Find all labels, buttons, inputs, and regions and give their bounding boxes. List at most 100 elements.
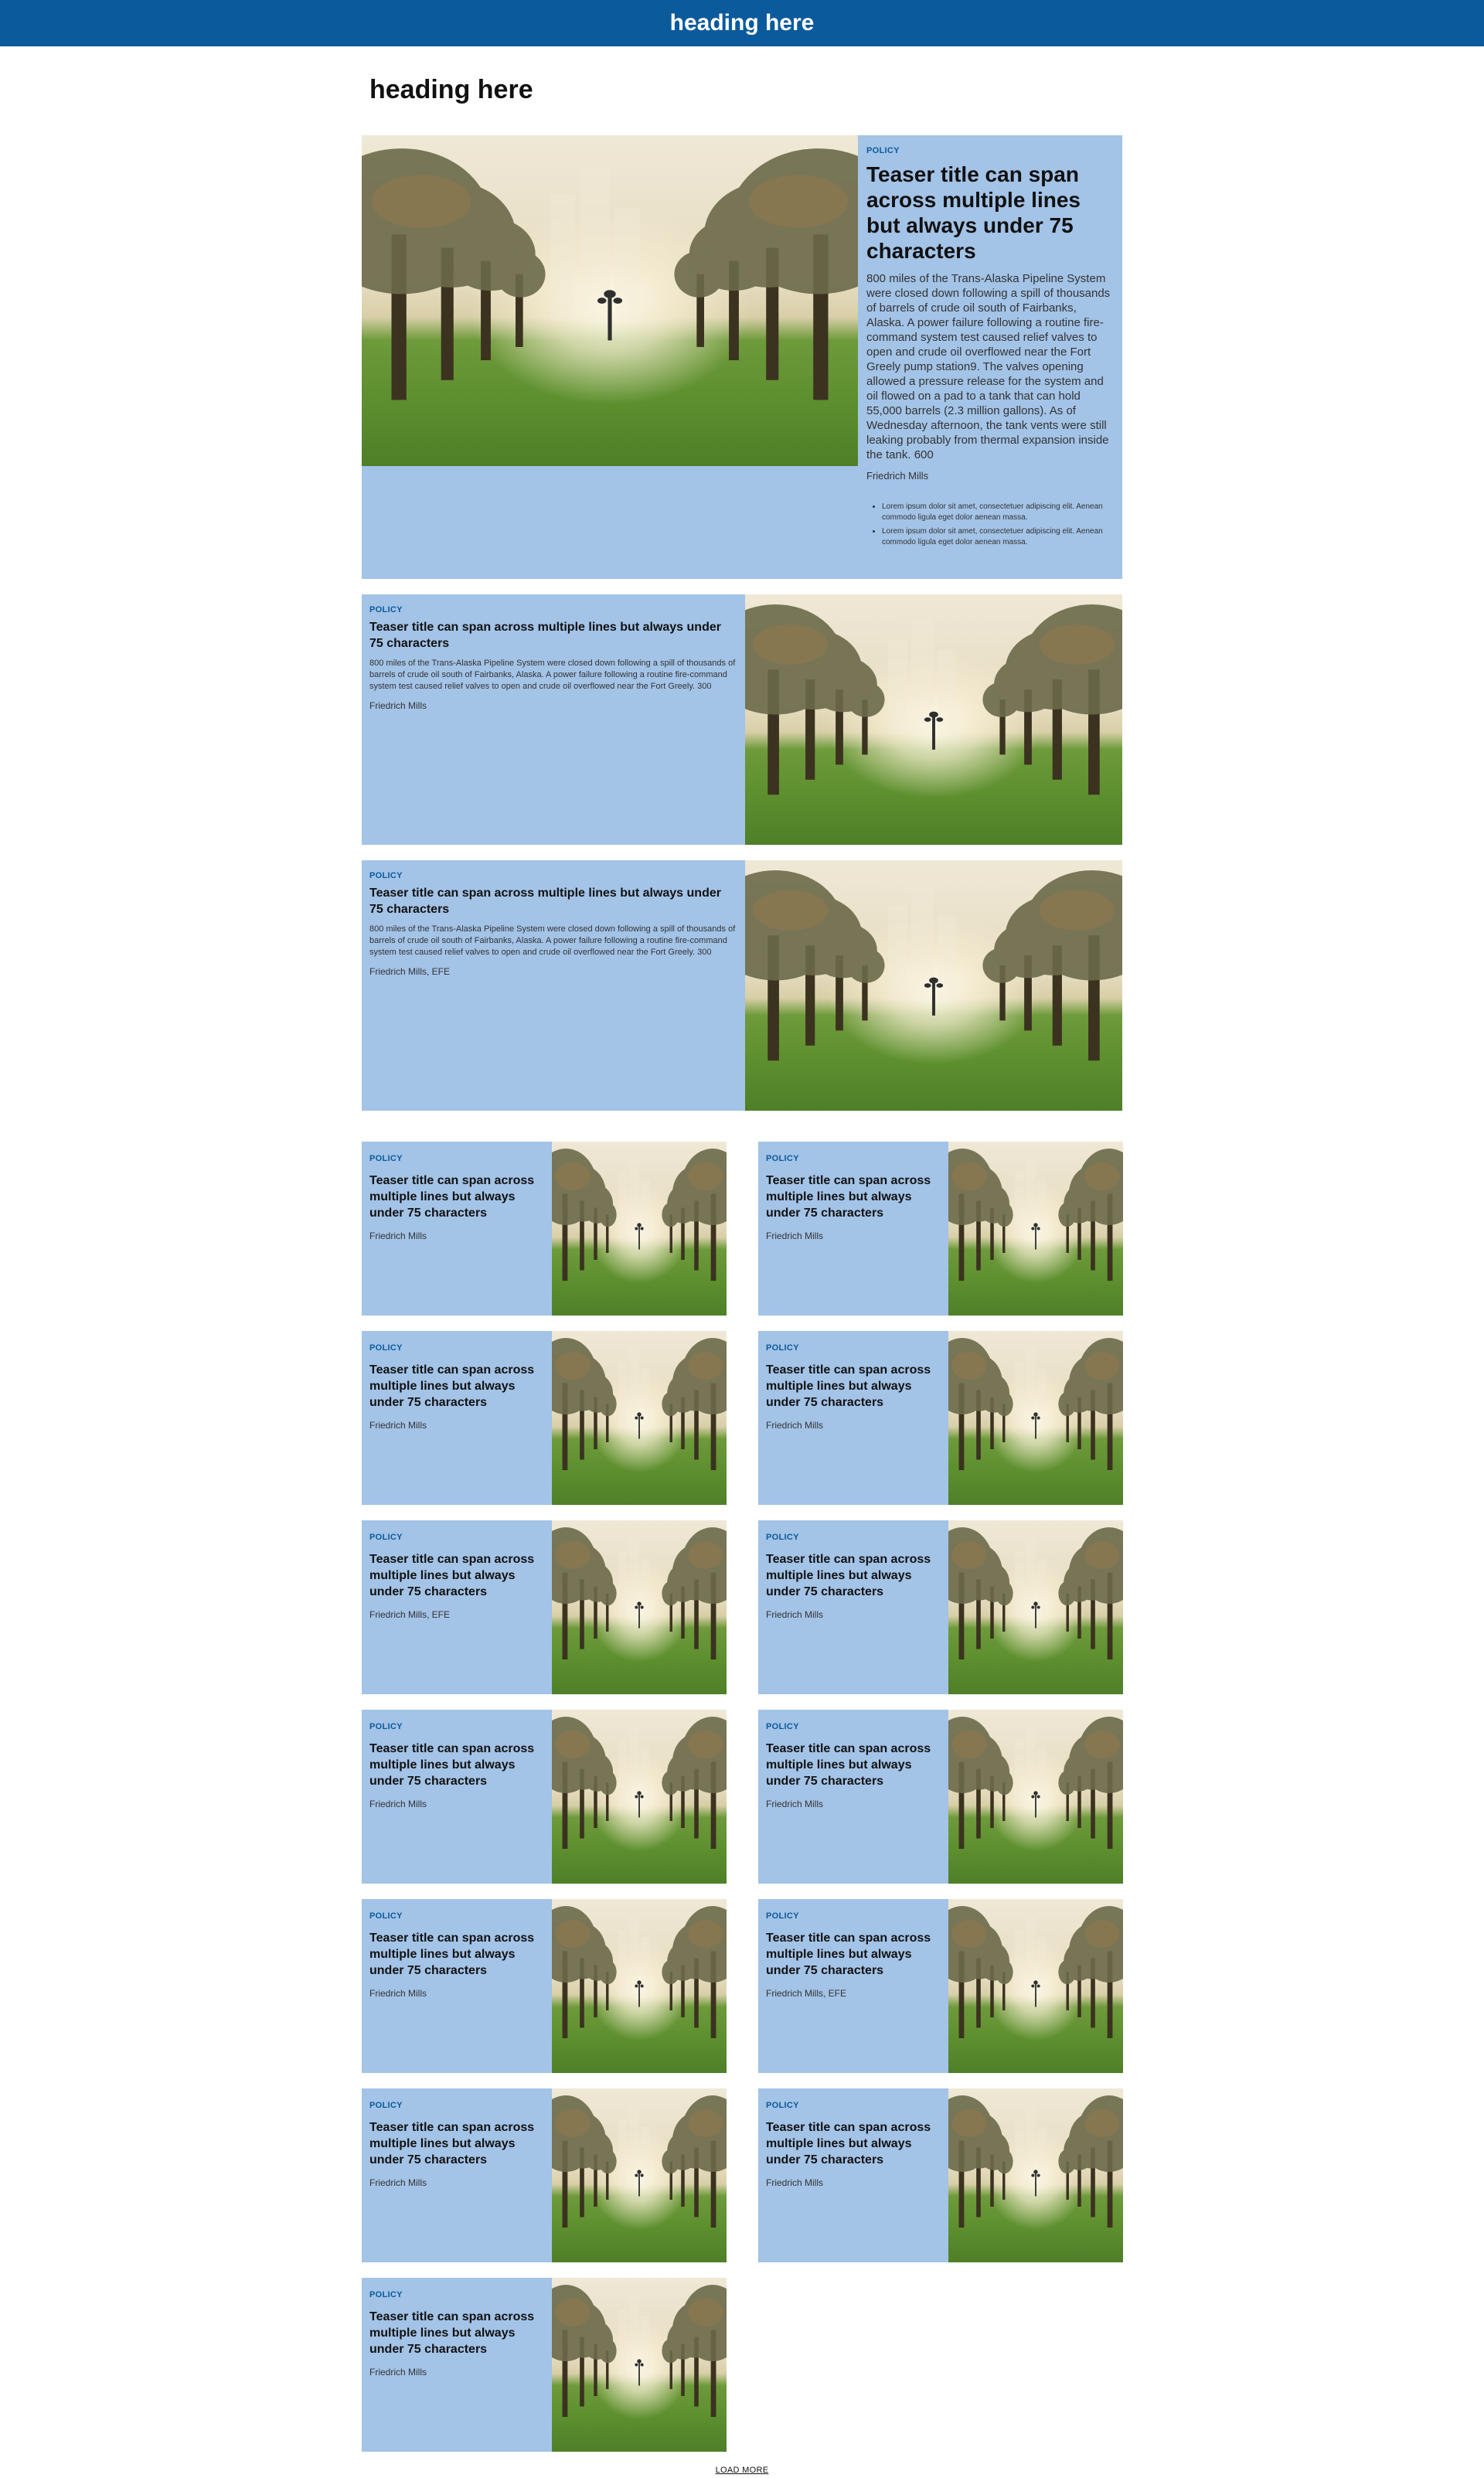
small-teaser-content: POLICY Teaser title can span across mult… <box>369 1343 546 1431</box>
palm-avenue-illustration <box>948 2095 1123 2228</box>
small-teaser-content: POLICY Teaser title can span across mult… <box>766 2101 942 2188</box>
small-teaser-content: POLICY Teaser title can span across mult… <box>766 1911 942 1999</box>
teaser-author: Friedrich Mills <box>369 2177 427 2188</box>
teaser-title[interactable]: Teaser title can span across multiple li… <box>369 2309 546 2357</box>
teaser-title[interactable]: Teaser title can span across multiple li… <box>766 1362 942 1411</box>
small-teaser-content: POLICY Teaser title can span across mult… <box>369 1533 546 1620</box>
teaser-body: 800 miles of the Trans-Alaska Pipeline S… <box>369 659 736 691</box>
teaser-photo <box>552 2088 727 2262</box>
feature-bullet: Lorem ipsum dolor sit amet, consectetuer… <box>882 526 1115 548</box>
teaser-photo <box>948 1142 1123 1316</box>
palm-avenue-illustration <box>948 1527 1123 1659</box>
small-teaser-content: POLICY Teaser title can span across mult… <box>766 1154 942 1241</box>
teaser-author: Friedrich Mills <box>369 700 427 711</box>
palm-avenue-illustration <box>745 604 1122 795</box>
teaser-title[interactable]: Teaser title can span across multiple li… <box>369 619 737 652</box>
teaser-author: Friedrich Mills <box>766 1230 824 1241</box>
teaser-photo <box>948 1331 1123 1505</box>
small-teaser-card[interactable]: POLICY Teaser title can span across mult… <box>758 1331 1123 1505</box>
palm-avenue-illustration <box>745 870 1122 1061</box>
small-teaser-card[interactable]: POLICY Teaser title can span across mult… <box>362 1331 727 1505</box>
medium-teaser-card[interactable]: POLICY Teaser title can span across mult… <box>362 860 1122 1111</box>
small-teaser-content: POLICY Teaser title can span across mult… <box>369 2101 546 2188</box>
teaser-title[interactable]: Teaser title can span across multiple li… <box>369 2119 546 2168</box>
small-teaser-card[interactable]: POLICY Teaser title can span across mult… <box>758 1520 1123 1694</box>
small-teaser-card[interactable]: POLICY Teaser title can span across mult… <box>758 2088 1123 2262</box>
small-teaser-content: POLICY Teaser title can span across mult… <box>369 1722 546 1809</box>
teaser-body: 800 miles of the Trans-Alaska Pipeline S… <box>369 924 736 957</box>
teaser-photo <box>948 1520 1123 1694</box>
teaser-photo <box>552 1899 727 2073</box>
load-more-link[interactable]: LOAD MORE <box>703 2466 781 2475</box>
teaser-author: Friedrich Mills <box>766 1420 824 1431</box>
teaser-photo <box>552 2278 727 2452</box>
teaser-title[interactable]: Teaser title can span across multiple li… <box>766 1173 942 1221</box>
teaser-author: Friedrich Mills <box>369 2367 427 2378</box>
teaser-kicker: POLICY <box>766 1343 799 1353</box>
teaser-author: Friedrich Mills, EFE <box>369 1609 451 1620</box>
small-teaser-content: POLICY Teaser title can span across mult… <box>369 2290 546 2378</box>
small-teaser-card[interactable]: POLICY Teaser title can span across mult… <box>362 1710 727 1884</box>
small-teaser-card[interactable]: POLICY Teaser title can span across mult… <box>758 1899 1123 2073</box>
teaser-title[interactable]: Teaser title can span across multiple li… <box>369 1173 546 1221</box>
teaser-photo <box>948 1899 1123 2073</box>
teaser-kicker: POLICY <box>766 1911 799 1921</box>
palm-avenue-illustration <box>552 2285 727 2417</box>
teaser-author: Friedrich Mills, EFE <box>369 966 451 977</box>
small-teaser-card[interactable]: POLICY Teaser title can span across mult… <box>758 1142 1123 1316</box>
palm-avenue-illustration <box>552 1338 727 1470</box>
teaser-title[interactable]: Teaser title can span across multiple li… <box>369 885 737 917</box>
teaser-kicker: POLICY <box>369 871 403 880</box>
teaser-kicker: POLICY <box>369 1722 403 1731</box>
palm-avenue-illustration <box>552 1906 727 2038</box>
teaser-title[interactable]: Teaser title can span across multiple li… <box>766 1930 942 1979</box>
medium-teaser-card[interactable]: POLICY Teaser title can span across mult… <box>362 594 1122 845</box>
palm-avenue-illustration <box>948 1717 1123 1849</box>
small-teaser-card[interactable]: POLICY Teaser title can span across mult… <box>362 2278 727 2452</box>
teaser-title[interactable]: Teaser title can span across multiple li… <box>369 1741 546 1789</box>
teaser-author: Friedrich Mills <box>766 1609 824 1620</box>
teaser-author: Friedrich Mills <box>369 1420 427 1431</box>
small-teaser-content: POLICY Teaser title can span across mult… <box>766 1533 942 1620</box>
teaser-photo <box>745 594 1122 845</box>
feature-bullet: Lorem ipsum dolor sit amet, consectetuer… <box>882 502 1115 523</box>
teaser-title[interactable]: Teaser title can span across multiple li… <box>766 2119 942 2168</box>
teaser-title[interactable]: Teaser title can span across multiple li… <box>369 1930 546 1979</box>
small-teaser-card[interactable]: POLICY Teaser title can span across mult… <box>362 2088 727 2262</box>
small-teaser-card[interactable]: POLICY Teaser title can span across mult… <box>362 1899 727 2073</box>
teaser-author: Friedrich Mills <box>369 1988 427 1999</box>
teaser-title[interactable]: Teaser title can span across multiple li… <box>766 1551 942 1600</box>
small-teaser-content: POLICY Teaser title can span across mult… <box>369 1154 546 1241</box>
teaser-kicker: POLICY <box>369 1343 403 1353</box>
teaser-title[interactable]: Teaser title can span across multiple li… <box>766 1741 942 1789</box>
teaser-author: Friedrich Mills <box>369 1230 427 1241</box>
feature-teaser-card[interactable]: POLICY Teaser title can span across mult… <box>362 135 1122 579</box>
teaser-author: Friedrich Mills <box>866 470 929 482</box>
palm-avenue-illustration <box>552 1527 727 1659</box>
teaser-kicker: POLICY <box>369 1911 403 1921</box>
medium-teaser-content: POLICY Teaser title can span across mult… <box>369 871 737 977</box>
palm-avenue-illustration <box>552 1717 727 1849</box>
teaser-photo <box>552 1331 727 1505</box>
small-teaser-content: POLICY Teaser title can span across mult… <box>766 1343 942 1431</box>
teaser-kicker: POLICY <box>369 2101 403 2110</box>
teaser-kicker: POLICY <box>766 2101 799 2110</box>
teaser-author: Friedrich Mills <box>766 1799 824 1809</box>
feature-bullet-list: Lorem ipsum dolor sit amet, consectetuer… <box>866 502 1115 548</box>
palm-avenue-illustration <box>552 2095 727 2228</box>
teaser-kicker: POLICY <box>766 1533 799 1542</box>
small-teaser-card[interactable]: POLICY Teaser title can span across mult… <box>758 1710 1123 1884</box>
small-teaser-card[interactable]: POLICY Teaser title can span across mult… <box>362 1142 727 1316</box>
small-teaser-card[interactable]: POLICY Teaser title can span across mult… <box>362 1520 727 1694</box>
teaser-photo <box>552 1520 727 1694</box>
teaser-body: 800 miles of the Trans-Alaska Pipeline S… <box>866 272 1111 461</box>
teaser-title[interactable]: Teaser title can span across multiple li… <box>866 162 1115 264</box>
teaser-kicker: POLICY <box>369 2290 403 2299</box>
teaser-kicker: POLICY <box>369 605 403 614</box>
palm-avenue-illustration <box>362 148 858 400</box>
teaser-kicker: POLICY <box>369 1533 403 1542</box>
teaser-author: Friedrich Mills <box>766 2177 824 2188</box>
teaser-title[interactable]: Teaser title can span across multiple li… <box>369 1362 546 1411</box>
teaser-title[interactable]: Teaser title can span across multiple li… <box>369 1551 546 1600</box>
teaser-kicker: POLICY <box>369 1154 403 1163</box>
